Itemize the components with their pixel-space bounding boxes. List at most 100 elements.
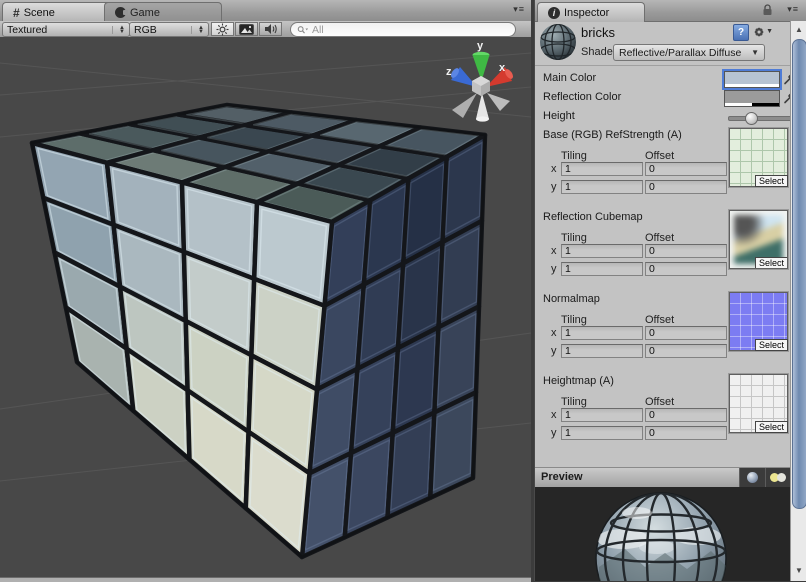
sphere-icon xyxy=(747,472,758,483)
speaker-icon xyxy=(264,23,278,35)
select-button[interactable]: Select xyxy=(755,339,788,351)
tiling-x-input[interactable] xyxy=(561,244,643,258)
tab-inspector-label: Inspector xyxy=(564,7,609,19)
tiling-y-input[interactable] xyxy=(561,426,643,440)
main-color-swatch[interactable] xyxy=(724,71,780,88)
offset-y-input[interactable] xyxy=(645,262,727,276)
offset-x-input[interactable] xyxy=(645,244,727,258)
height-slider-thumb[interactable] xyxy=(745,112,758,125)
scene-pane-menu-icon[interactable]: ▾≡ xyxy=(513,4,525,15)
chevron-down-icon: ▼ xyxy=(766,28,773,35)
material-context-menu[interactable]: ▼ xyxy=(753,24,773,39)
offset-x-input[interactable] xyxy=(645,326,727,340)
render-mode-value: Textured xyxy=(7,24,47,36)
scene-tabbar: # Scene Game ▾≡ xyxy=(0,0,531,22)
audio-toggle-button[interactable] xyxy=(259,22,282,36)
inspector-pane-menu-icon[interactable]: ▾≡ xyxy=(787,4,799,15)
select-button[interactable]: Select xyxy=(755,421,788,433)
scene-panel: # Scene Game ▾≡ Textured ▲▼ RGB ▲▼ xyxy=(0,0,531,581)
offset-y-input[interactable] xyxy=(645,426,727,440)
render-mode-dropdown[interactable]: Textured ▲▼ xyxy=(2,22,130,37)
tiling-y-input[interactable] xyxy=(561,262,643,276)
inspector-scrollbar[interactable]: ▲ ▼ xyxy=(790,21,806,581)
offset-x-input[interactable] xyxy=(645,408,727,422)
tab-game[interactable]: Game xyxy=(104,2,222,22)
skybox-toggle-button[interactable] xyxy=(235,22,258,36)
base-texture-thumbnail[interactable]: Select xyxy=(729,128,788,187)
inspector-tabbar: i Inspector ▾≡ xyxy=(535,0,806,22)
chevron-down-icon: ▼ xyxy=(751,48,759,57)
material-name: bricks xyxy=(581,25,615,40)
search-input[interactable] xyxy=(310,23,509,37)
preview-label: Preview xyxy=(541,471,583,483)
gizmo-neg-axis-cone[interactable] xyxy=(452,93,477,118)
scene-toolbar: Textured ▲▼ RGB ▲▼ xyxy=(0,21,531,38)
scene-search-field xyxy=(290,22,516,37)
preview-header: Preview xyxy=(535,467,791,488)
material-header: bricks Shader Reflective/Parallax Diffus… xyxy=(535,21,791,66)
main-color-row: Main Color xyxy=(535,70,791,87)
preview-sphere-button[interactable] xyxy=(739,468,765,487)
reflection-color-swatch[interactable] xyxy=(724,90,780,107)
select-button[interactable]: Select xyxy=(755,175,788,187)
texture-section-cubemap: Reflection Cubemap Select Tiling Offset … xyxy=(535,209,791,287)
texture-section-normalmap: Normalmap Select Tiling Offset x y xyxy=(535,291,791,369)
select-button[interactable]: Select xyxy=(755,257,788,269)
tiling-x-input[interactable] xyxy=(561,408,643,422)
inspector-content: bricks Shader Reflective/Parallax Diffus… xyxy=(535,21,791,581)
lock-icon[interactable] xyxy=(762,4,773,16)
tiling-x-input[interactable] xyxy=(561,326,643,340)
material-preview-thumbnail xyxy=(539,23,577,61)
gizmo-neg-axis-cone[interactable] xyxy=(487,93,510,111)
game-icon xyxy=(115,7,126,18)
tiling-y-input[interactable] xyxy=(561,344,643,358)
preview-lighting-button[interactable] xyxy=(765,468,791,487)
orientation-gizmo[interactable]: y z x xyxy=(446,40,515,122)
tiling-x-input[interactable] xyxy=(561,162,643,176)
lighting-toggle-button[interactable] xyxy=(211,22,234,36)
offset-y-input[interactable] xyxy=(645,180,727,194)
help-icon[interactable]: ? xyxy=(733,24,749,41)
offset-y-input[interactable] xyxy=(645,344,727,358)
gear-icon xyxy=(753,25,765,39)
scene-viewport[interactable]: y z x xyxy=(0,37,531,577)
textured-cube[interactable] xyxy=(32,105,485,557)
lights-icon xyxy=(770,473,788,483)
material-preview-area[interactable] xyxy=(535,487,791,581)
reflection-color-label: Reflection Color xyxy=(543,91,621,103)
heightmap-texture-thumbnail[interactable]: Select xyxy=(729,374,788,433)
info-icon: i xyxy=(548,7,560,19)
normalmap-texture-thumbnail[interactable]: Select xyxy=(729,292,788,351)
color-channels-dropdown[interactable]: RGB ▲▼ xyxy=(129,22,209,37)
scrollbar-down-arrow[interactable]: ▼ xyxy=(791,564,806,578)
offset-x-input[interactable] xyxy=(645,162,727,176)
gizmo-neg-axis-cone[interactable] xyxy=(476,93,489,119)
popup-arrows-icon: ▲▼ xyxy=(112,26,125,34)
scene-bottom-strip xyxy=(0,577,531,582)
height-slider[interactable] xyxy=(728,116,792,121)
section-label: Normalmap xyxy=(543,293,600,305)
shader-dropdown[interactable]: Reflective/Parallax Diffuse ▼ xyxy=(613,44,765,61)
main-color-label: Main Color xyxy=(543,72,596,84)
color-channels-value: RGB xyxy=(134,24,157,36)
tab-game-label: Game xyxy=(130,7,160,19)
section-label: Reflection Cubemap xyxy=(543,211,643,223)
popup-arrows-icon: ▲▼ xyxy=(191,26,204,34)
shader-value: Reflective/Parallax Diffuse xyxy=(619,47,741,59)
scene-grid-icon: # xyxy=(13,6,20,20)
reflection-color-row: Reflection Color xyxy=(535,89,791,106)
cubemap-texture-thumbnail[interactable]: Select xyxy=(729,210,788,269)
tab-scene-label: Scene xyxy=(24,7,55,19)
tab-inspector[interactable]: i Inspector xyxy=(537,2,645,22)
gizmo-y-label: y xyxy=(477,40,484,52)
height-label: Height xyxy=(543,110,575,122)
scrollbar-thumb[interactable] xyxy=(792,39,806,509)
shader-label: Shader xyxy=(581,46,616,58)
tiling-y-input[interactable] xyxy=(561,180,643,194)
scrollbar-up-arrow[interactable]: ▲ xyxy=(791,23,806,37)
texture-section-base: Base (RGB) RefStrength (A) Select Tiling… xyxy=(535,127,791,205)
gizmo-x-label: x xyxy=(499,62,506,74)
inspector-panel: i Inspector ▾≡ xyxy=(534,0,806,581)
tab-scene[interactable]: # Scene xyxy=(2,2,112,22)
preview-sphere xyxy=(535,487,791,581)
